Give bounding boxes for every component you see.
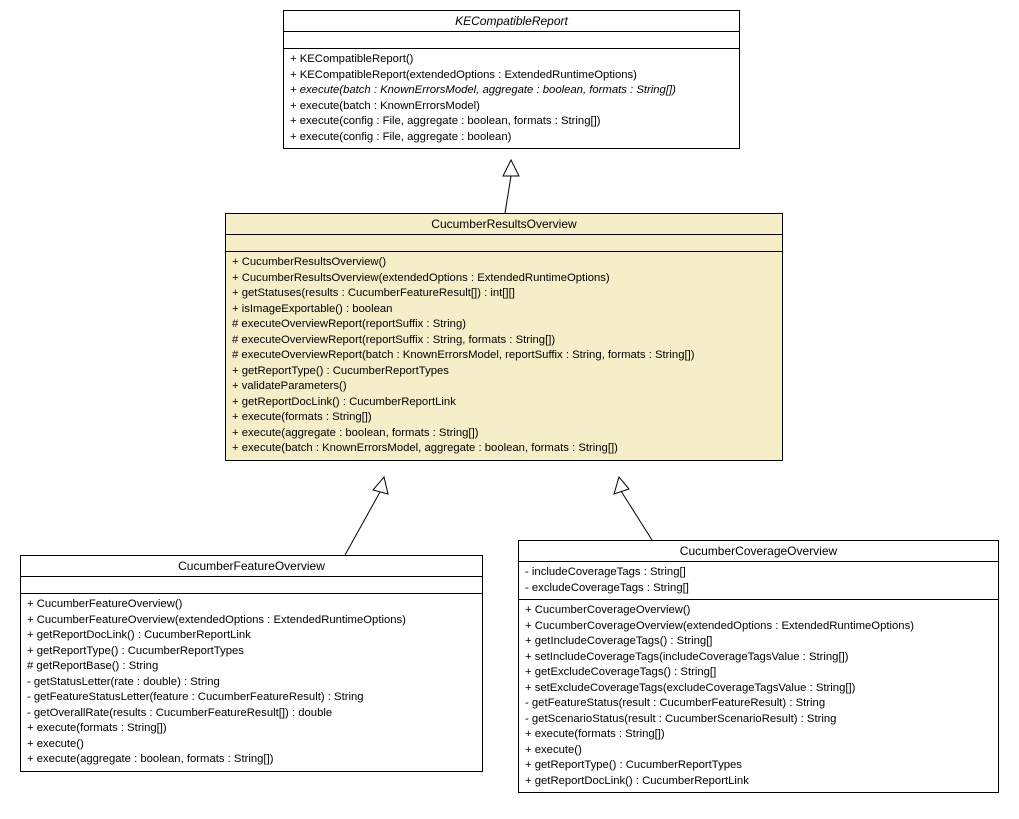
member-row: - excludeCoverageTags : String[] — [525, 581, 992, 597]
member-row: + getReportDocLink() : CucumberReportLin… — [232, 395, 776, 411]
member-row: - getFeatureStatus(result : CucumberFeat… — [525, 696, 992, 712]
member-row: - getScenarioStatus(result : CucumberSce… — [525, 712, 992, 728]
member-row: + execute() — [27, 737, 476, 753]
class-title: CucumberFeatureOverview — [21, 556, 482, 577]
member-row: + execute(formats : String[]) — [525, 727, 992, 743]
member-row: + execute(batch : KnownErrorsModel, aggr… — [232, 441, 776, 457]
member-row: + CucumberResultsOverview(extendedOption… — [232, 271, 776, 287]
class-title: CucumberCoverageOverview — [519, 541, 998, 562]
member-row: + execute(batch : KnownErrorsModel) — [290, 99, 733, 115]
attributes-compartment — [226, 235, 782, 252]
member-row: + CucumberFeatureOverview() — [27, 597, 476, 613]
class-kecompatiblereport: KECompatibleReport + KECompatibleReport(… — [283, 10, 740, 149]
attributes-compartment — [284, 32, 739, 49]
member-row: + CucumberCoverageOverview(extendedOptio… — [525, 619, 992, 635]
member-row: + getStatuses(results : CucumberFeatureR… — [232, 286, 776, 302]
generalization-arrow-icon — [503, 160, 519, 176]
member-row: + validateParameters() — [232, 379, 776, 395]
member-row: + getReportType() : CucumberReportTypes — [232, 364, 776, 380]
member-row: + getIncludeCoverageTags() : String[] — [525, 634, 992, 650]
member-row: + getReportType() : CucumberReportTypes — [525, 758, 992, 774]
generalization-edge — [345, 492, 380, 555]
operations-compartment: + CucumberResultsOverview()+ CucumberRes… — [226, 252, 782, 460]
operations-compartment: + CucumberCoverageOverview()+ CucumberCo… — [519, 600, 998, 792]
member-row: - getStatusLetter(rate : double) : Strin… — [27, 675, 476, 691]
member-row: + setExcludeCoverageTags(excludeCoverage… — [525, 681, 992, 697]
member-row: + execute(aggregate : boolean, formats :… — [232, 426, 776, 442]
member-row: + getReportDocLink() : CucumberReportLin… — [27, 628, 476, 644]
class-cucumberfeatureoverview: CucumberFeatureOverview + CucumberFeatur… — [20, 555, 483, 772]
member-row: + execute() — [525, 743, 992, 759]
generalization-arrow-icon — [373, 477, 388, 494]
class-title: CucumberResultsOverview — [226, 214, 782, 235]
generalization-edge — [505, 176, 511, 213]
member-row: + execute(formats : String[]) — [27, 721, 476, 737]
generalization-edge — [621, 491, 652, 540]
member-row: # getReportBase() : String — [27, 659, 476, 675]
class-cucumberresultsoverview: CucumberResultsOverview + CucumberResult… — [225, 213, 783, 461]
member-row: + execute(config : File, aggregate : boo… — [290, 114, 733, 130]
member-row: - getFeatureStatusLetter(feature : Cucum… — [27, 690, 476, 706]
member-row: + KECompatibleReport() — [290, 52, 733, 68]
member-row: + isImageExportable() : boolean — [232, 302, 776, 318]
member-row: + setIncludeCoverageTags(includeCoverage… — [525, 650, 992, 666]
member-row: + execute(config : File, aggregate : boo… — [290, 130, 733, 146]
member-row: + CucumberResultsOverview() — [232, 255, 776, 271]
member-row: + getReportDocLink() : CucumberReportLin… — [525, 774, 992, 790]
member-row: # executeOverviewReport(reportSuffix : S… — [232, 333, 776, 349]
member-row: + KECompatibleReport(extendedOptions : E… — [290, 68, 733, 84]
member-row: + execute(aggregate : boolean, formats :… — [27, 752, 476, 768]
member-row: + execute(batch : KnownErrorsModel, aggr… — [290, 83, 733, 99]
class-title: KECompatibleReport — [284, 11, 739, 32]
member-row: # executeOverviewReport(reportSuffix : S… — [232, 317, 776, 333]
class-cucumbercoverageoverview: CucumberCoverageOverview - includeCovera… — [518, 540, 999, 793]
member-row: + CucumberFeatureOverview(extendedOption… — [27, 613, 476, 629]
member-row: + execute(formats : String[]) — [232, 410, 776, 426]
member-row: + CucumberCoverageOverview() — [525, 603, 992, 619]
attributes-compartment: - includeCoverageTags : String[]- exclud… — [519, 562, 998, 600]
attributes-compartment — [21, 577, 482, 594]
operations-compartment: + KECompatibleReport()+ KECompatibleRepo… — [284, 49, 739, 148]
member-row: # executeOverviewReport(batch : KnownErr… — [232, 348, 776, 364]
generalization-arrow-icon — [614, 477, 629, 494]
member-row: - getOverallRate(results : CucumberFeatu… — [27, 706, 476, 722]
member-row: + getReportType() : CucumberReportTypes — [27, 644, 476, 660]
member-row: - includeCoverageTags : String[] — [525, 565, 992, 581]
member-row: + getExcludeCoverageTags() : String[] — [525, 665, 992, 681]
operations-compartment: + CucumberFeatureOverview()+ CucumberFea… — [21, 594, 482, 771]
